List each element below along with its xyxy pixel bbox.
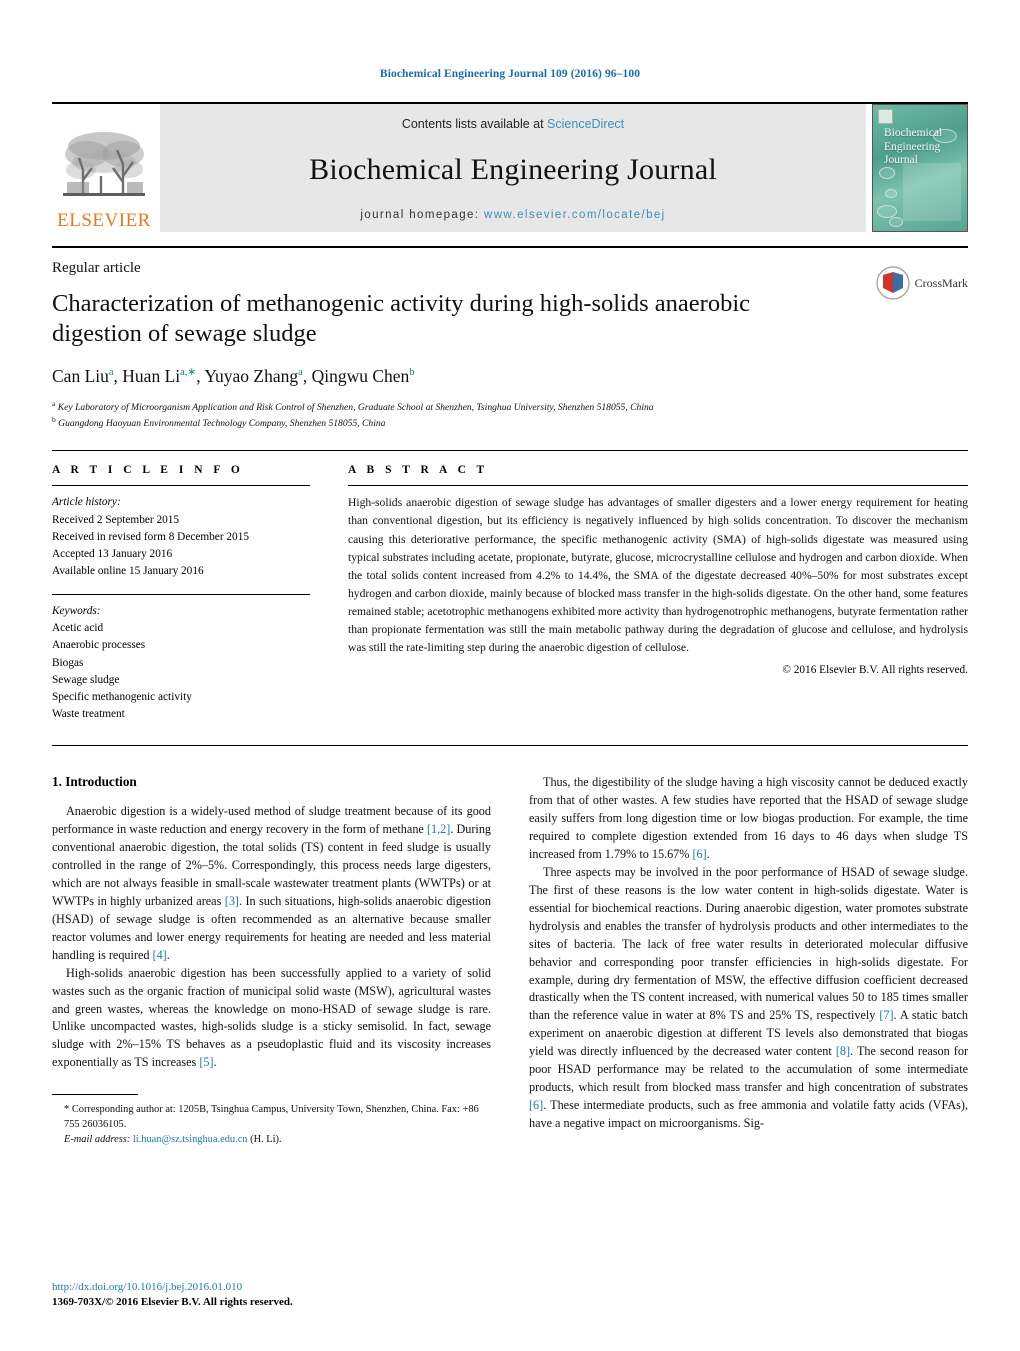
journal-masthead: ELSEVIER Contents lists available at Sci…	[52, 102, 968, 232]
journal-cover-thumbnail[interactable]: Biochemical Engineering Journal	[872, 104, 968, 232]
citation-link[interactable]: [6]	[692, 847, 706, 861]
keyword-item: Acetic acid	[52, 622, 104, 635]
abstract-text: High-solids anaerobic digestion of sewag…	[348, 496, 968, 654]
contents-prefix: Contents lists available at	[401, 117, 548, 131]
body-paragraph: Anaerobic digestion is a widely-used met…	[52, 803, 491, 964]
sciencedirect-link[interactable]: ScienceDirect	[547, 117, 624, 131]
paragraph-text: Thus, the digestibility of the sludge ha…	[529, 775, 968, 861]
homepage-prefix: journal homepage:	[360, 209, 485, 221]
corresponding-author-text: Corresponding author at: 1205B, Tsinghua…	[64, 1104, 479, 1131]
affiliations: a Key Laboratory of Microorganism Applic…	[52, 399, 968, 431]
citation-link[interactable]: [3]	[225, 894, 239, 908]
corresponding-author-footnote: * Corresponding author at: 1205B, Tsingh…	[52, 1102, 491, 1147]
elsevier-tree-icon	[61, 124, 147, 210]
cover-bubble-icon	[933, 129, 957, 143]
footnote-rule	[52, 1094, 138, 1096]
article-history-item: Available online 15 January 2016	[52, 564, 204, 577]
keywords-block: Keywords: Acetic acid Anaerobic processes…	[52, 603, 310, 723]
citation-link[interactable]: [8]	[836, 1044, 850, 1058]
abstract-copyright: © 2016 Elsevier B.V. All rights reserved…	[782, 664, 968, 677]
paragraph-text: .	[706, 846, 710, 861]
keywords-label: Keywords:	[52, 605, 101, 618]
affiliation-b-text: Guangdong Haoyuan Environmental Technolo…	[58, 417, 386, 429]
keyword-item: Sewage sludge	[52, 673, 120, 686]
keyword-item: Biogas	[52, 656, 84, 669]
article-history-label: Article history:	[52, 496, 121, 509]
cover-title-line-2: Engineering	[884, 140, 941, 153]
body-two-column-grid: 1. Introduction Anaerobic digestion is a…	[52, 746, 968, 1147]
paragraph-text: High-solids anaerobic digestion has been…	[52, 965, 491, 1070]
elsevier-logo: ELSEVIER	[52, 104, 156, 232]
citation-link[interactable]: [4]	[153, 948, 167, 962]
crossmark-badge[interactable]: CrossMark	[876, 266, 968, 300]
cover-bubble-icon	[889, 217, 903, 227]
abstract-column: A B S T R A C T High-solids anaerobic di…	[348, 464, 968, 723]
cover-art-box	[903, 163, 961, 221]
footnote-marker: *	[64, 1104, 70, 1116]
footer-doi-block: http://dx.doi.org/10.1016/j.bej.2016.01.…	[52, 1280, 482, 1311]
article-history-item: Accepted 13 January 2016	[52, 547, 173, 560]
paragraph-text: Anaerobic digestion is a widely-used met…	[52, 804, 491, 837]
cover-bubble-icon	[885, 189, 897, 198]
contents-available-line: Contents lists available at ScienceDirec…	[402, 117, 624, 131]
citation-link[interactable]: [6]	[529, 1098, 543, 1112]
abstract-divider	[348, 485, 968, 487]
body-paragraph: High-solids anaerobic digestion has been…	[52, 965, 491, 1073]
paragraph-text: Three aspects may be involved in the poo…	[529, 864, 968, 1023]
running-head: Biochemical Engineering Journal 109 (201…	[379, 68, 641, 80]
cover-elsevier-mark	[878, 109, 893, 124]
doi-link[interactable]: http://dx.doi.org/10.1016/j.bej.2016.01.…	[52, 1280, 482, 1296]
email-link[interactable]: li.huan@sz.tsinghua.edu.cn	[133, 1134, 248, 1145]
citation-link[interactable]: [7]	[879, 1008, 893, 1022]
article-info-divider	[52, 485, 310, 487]
article-history-block: Article history: Received 2 September 20…	[52, 494, 310, 580]
email-line: E-mail address: li.huan@sz.tsinghua.edu.…	[52, 1132, 491, 1147]
cover-bubble-icon	[877, 205, 897, 218]
affiliation-a: a Key Laboratory of Microorganism Applic…	[52, 398, 654, 413]
crossmark-label: CrossMark	[914, 275, 968, 290]
journal-article-page: Biochemical Engineering Journal 109 (201…	[0, 0, 1020, 1351]
affiliation-b: b Guangdong Haoyuan Environmental Techno…	[52, 414, 386, 429]
paragraph-text: .	[213, 1055, 217, 1070]
issn-copyright-line: 1369-703X/© 2016 Elsevier B.V. All right…	[52, 1296, 293, 1309]
keyword-item: Waste treatment	[52, 708, 125, 721]
email-label: E-mail address:	[64, 1134, 131, 1146]
paragraph-text: . These intermediate products, such as f…	[529, 1098, 968, 1131]
journal-name: Biochemical Engineering Journal	[309, 153, 717, 186]
corresponding-author-line: * Corresponding author at: 1205B, Tsingh…	[52, 1102, 491, 1132]
body-left-column: 1. Introduction Anaerobic digestion is a…	[52, 774, 491, 1147]
keywords-divider	[52, 594, 310, 596]
keyword-item: Anaerobic processes	[52, 639, 146, 652]
paragraph-text: .	[166, 947, 170, 962]
citation-link[interactable]: [1,2]	[427, 822, 450, 836]
keyword-item: Specific methanogenic activity	[52, 690, 192, 703]
body-right-column: Thus, the digestibility of the sludge ha…	[529, 774, 968, 1147]
intro-right-paragraphs: Thus, the digestibility of the sludge ha…	[529, 774, 968, 1133]
elsevier-wordmark: ELSEVIER	[57, 210, 151, 231]
section-title-introduction: 1. Introduction	[52, 774, 137, 790]
keywords-list: Acetic acid Anaerobic processes Biogas Sewa…	[52, 620, 310, 723]
journal-homepage-link[interactable]: www.elsevier.com/locate/bej	[484, 209, 666, 221]
affiliation-a-text: Key Laboratory of Microorganism Applicat…	[57, 401, 654, 413]
article-history-item: Received 2 September 2015	[52, 513, 180, 526]
article-history-list: Received 2 September 2015 Received in rev…	[52, 512, 310, 581]
cover-bubble-icon	[879, 167, 895, 179]
email-suffix: (H. Li).	[250, 1134, 282, 1146]
intro-left-paragraphs: Anaerobic digestion is a widely-used met…	[52, 803, 491, 1072]
info-abstract-grid: A R T I C L E I N F O Article history: R…	[52, 451, 968, 723]
page-title: Characterization of methanogenic activit…	[52, 290, 751, 348]
author-list: Can Liua, Huan Lia,∗, Yuyao Zhanga, Qing…	[52, 365, 415, 386]
journal-homepage-line: journal homepage: www.elsevier.com/locat…	[360, 209, 665, 221]
article-type-kicker: Regular article	[52, 260, 141, 276]
article-info-heading: A R T I C L E I N F O	[52, 464, 244, 477]
title-block: CrossMark Regular article Characterizati…	[52, 248, 968, 430]
crossmark-icon	[876, 266, 910, 300]
article-history-item: Received in revised form 8 December 2015	[52, 530, 249, 543]
body-paragraph: Three aspects may be involved in the poo…	[529, 864, 968, 1133]
abstract-heading: A B S T R A C T	[348, 464, 489, 477]
article-info-column: A R T I C L E I N F O Article history: R…	[52, 464, 310, 723]
journal-title-band: Contents lists available at ScienceDirec…	[160, 104, 866, 232]
citation-link[interactable]: [5]	[199, 1055, 213, 1069]
body-paragraph: Thus, the digestibility of the sludge ha…	[529, 774, 968, 864]
